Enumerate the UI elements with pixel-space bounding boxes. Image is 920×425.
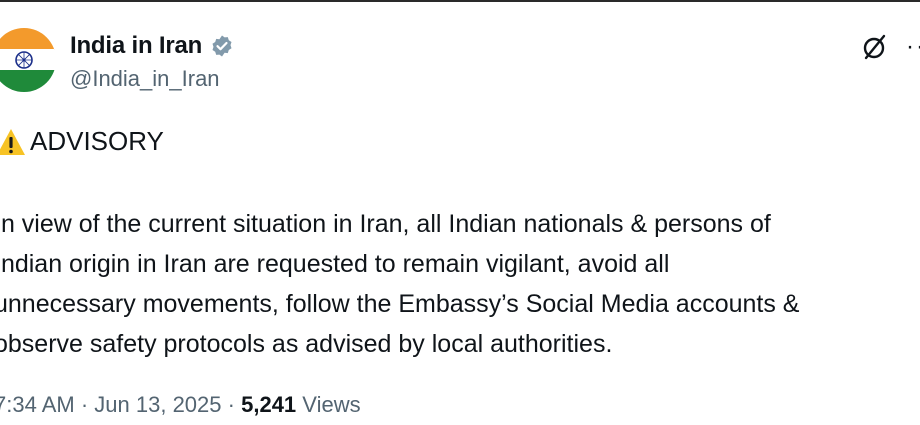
- author-handle[interactable]: @India_in_Iran: [70, 66, 220, 92]
- post-date[interactable]: Jun 13, 2025: [94, 392, 221, 417]
- advisory-heading-text: ADVISORY: [30, 126, 164, 156]
- post-time[interactable]: 7:34 AM: [0, 392, 75, 417]
- advisory-heading: ADVISORY: [0, 126, 164, 157]
- author-name-row: India in Iran: [70, 32, 234, 60]
- tweet-card: India in Iran @India_in_Iran ·· ADVISORY…: [0, 0, 920, 425]
- post-body-line: observe safety protocols as advised by l…: [0, 330, 613, 358]
- more-options-icon[interactable]: ··: [906, 32, 920, 62]
- post-body: In view of the current situation in Iran…: [0, 204, 920, 364]
- meta-separator: ·: [227, 392, 235, 417]
- grok-icon[interactable]: [860, 32, 890, 62]
- views-count: 5,241: [241, 392, 297, 417]
- views-label: Views: [302, 392, 361, 417]
- avatar[interactable]: [0, 28, 56, 92]
- post-body-line: Indian origin in Iran are requested to r…: [0, 250, 670, 278]
- post-meta: 7:34 AM · Jun 13, 2025 · 5,241 Views: [0, 392, 361, 418]
- post-body-line: unnecessary movements, follow the Embass…: [0, 290, 800, 318]
- meta-separator: ·: [80, 392, 89, 417]
- india-flag-avatar-image: [0, 28, 56, 92]
- warning-icon: [0, 128, 25, 155]
- author-display-name[interactable]: India in Iran: [70, 32, 202, 60]
- post-body-line: In view of the current situation in Iran…: [0, 210, 771, 238]
- verified-badge-icon: [210, 34, 234, 58]
